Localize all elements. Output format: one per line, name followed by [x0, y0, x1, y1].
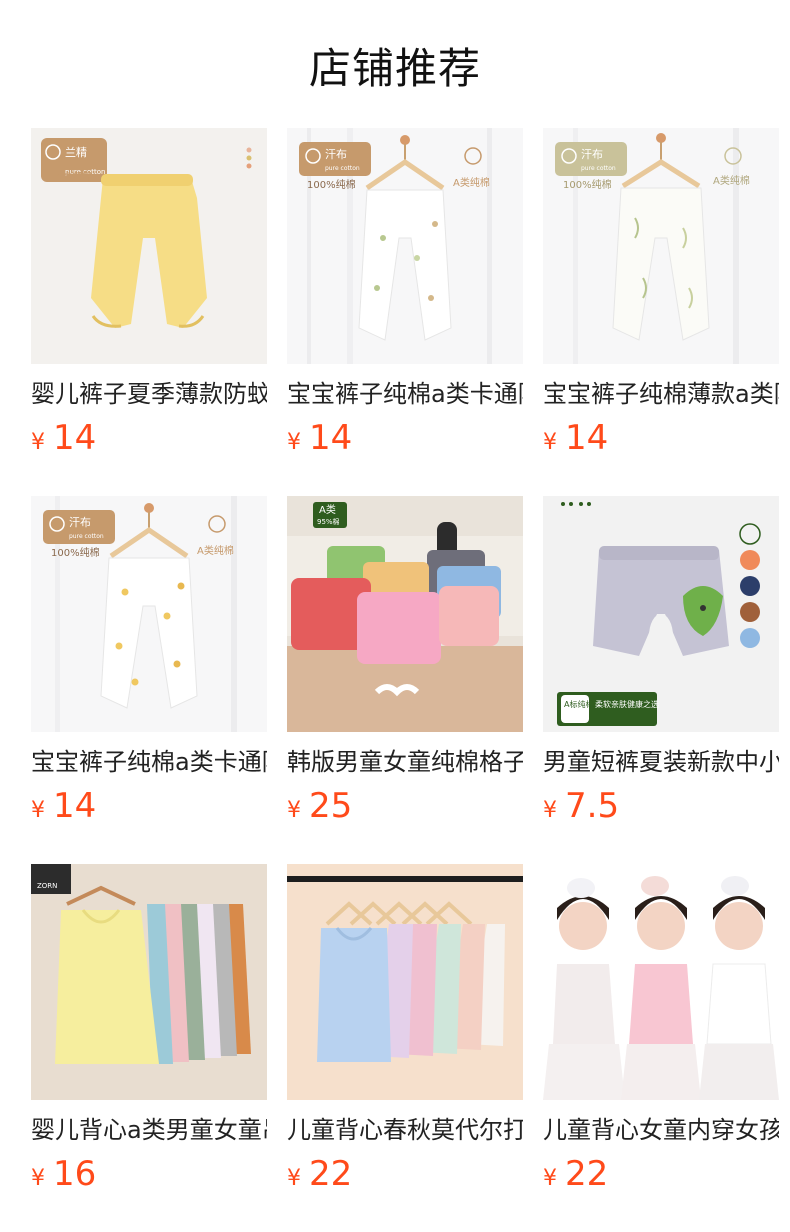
currency-symbol: ¥ [31, 1166, 45, 1191]
price-amount: 14 [309, 418, 353, 458]
product-image[interactable]: ZORN [31, 864, 267, 1100]
product-card[interactable]: 儿童背心女童内穿女孩吊带 ¥ 22 [543, 864, 779, 1194]
product-price: ¥ 14 [543, 418, 779, 458]
product-image[interactable]: 兰精 pure cotton A类精棉 [31, 128, 267, 364]
svg-text:100%纯棉: 100%纯棉 [307, 178, 356, 191]
product-image[interactable] [543, 864, 779, 1100]
svg-text:A类纯棉: A类纯棉 [713, 174, 750, 187]
product-name[interactable]: 宝宝裤子纯棉a类卡通防蚊 [31, 746, 267, 778]
product-name[interactable]: 婴儿背心a类男童女童吊带 [31, 1114, 267, 1146]
currency-symbol: ¥ [543, 430, 557, 455]
svg-text:A类: A类 [319, 503, 336, 516]
product-price: ¥ 14 [31, 418, 267, 458]
price-amount: 25 [309, 786, 353, 826]
currency-symbol: ¥ [31, 798, 45, 823]
product-name[interactable]: 婴儿裤子夏季薄款防蚊裤 [31, 378, 267, 410]
svg-text:A类纯棉: A类纯棉 [453, 176, 490, 189]
price-amount: 22 [565, 1154, 609, 1194]
product-card[interactable]: 汗布 pure cotton 100%纯棉 A类纯棉 宝宝裤子纯棉a类卡通防蚊 … [287, 128, 523, 458]
svg-text:汗布: 汗布 [325, 148, 347, 161]
currency-symbol: ¥ [31, 430, 45, 455]
svg-text:pure cotton: pure cotton [69, 533, 104, 540]
product-price: ¥ 14 [287, 418, 523, 458]
svg-text:柔软亲肤健康之选: 柔软亲肤健康之选 [595, 699, 659, 709]
product-price: ¥ 22 [287, 1154, 523, 1194]
product-card[interactable]: 汗布 pure cotton 100%纯棉 A类纯棉 宝宝裤子纯棉a类卡通防蚊 … [31, 496, 267, 826]
currency-symbol: ¥ [287, 430, 301, 455]
currency-symbol: ¥ [543, 798, 557, 823]
price-amount: 16 [53, 1154, 97, 1194]
svg-text:pure cotton: pure cotton [325, 165, 360, 172]
product-name[interactable]: 宝宝裤子纯棉薄款a类防蚊 [543, 378, 779, 410]
product-image[interactable]: 汗布 pure cotton 100%纯棉 A类纯棉 [543, 128, 779, 364]
product-card[interactable]: A标纯棉 柔软亲肤健康之选 男童短裤夏装新款中小童 ¥ 7.5 [543, 496, 779, 826]
product-image[interactable]: 汗布 pure cotton 100%纯棉 A类纯棉 [287, 128, 523, 364]
svg-text:A类纯棉: A类纯棉 [197, 544, 234, 557]
product-name[interactable]: 宝宝裤子纯棉a类卡通防蚊 [287, 378, 523, 410]
product-card[interactable]: 儿童背心春秋莫代尔打底 ¥ 22 [287, 864, 523, 1194]
product-image[interactable]: A类 95%棉 [287, 496, 523, 732]
product-name[interactable]: 儿童背心春秋莫代尔打底 [287, 1114, 523, 1146]
product-name[interactable]: 男童短裤夏装新款中小童 [543, 746, 779, 778]
price-amount: 14 [53, 418, 97, 458]
product-image[interactable]: 汗布 pure cotton 100%纯棉 A类纯棉 [31, 496, 267, 732]
product-card[interactable]: A类 95%棉 韩版男童女童纯棉格子短裤 ¥ 25 [287, 496, 523, 826]
svg-text:A类精棉: A类精棉 [55, 170, 92, 183]
product-price: ¥ 16 [31, 1154, 267, 1194]
product-card[interactable]: 兰精 pure cotton A类精棉 婴儿裤子夏季薄款防蚊裤 ¥ 14 [31, 128, 267, 458]
svg-text:95%棉: 95%棉 [317, 517, 340, 526]
product-name[interactable]: 韩版男童女童纯棉格子短裤 [287, 746, 523, 778]
price-amount: 7.5 [565, 786, 620, 826]
currency-symbol: ¥ [543, 1166, 557, 1191]
product-image[interactable]: A标纯棉 柔软亲肤健康之选 [543, 496, 779, 732]
page-title: 店铺推荐 [308, 43, 481, 93]
svg-text:100%纯棉: 100%纯棉 [563, 178, 612, 191]
svg-text:100%纯棉: 100%纯棉 [51, 546, 100, 559]
product-card[interactable]: 汗布 pure cotton 100%纯棉 A类纯棉 宝宝裤子纯棉薄款a类防蚊 … [543, 128, 779, 458]
badge-top-text: 兰精 [65, 146, 87, 159]
product-price: ¥ 25 [287, 786, 523, 826]
currency-symbol: ¥ [287, 1166, 301, 1191]
svg-text:汗布: 汗布 [69, 516, 91, 529]
svg-text:pure cotton: pure cotton [581, 165, 616, 172]
product-price: ¥ 22 [543, 1154, 779, 1194]
svg-text:汗布: 汗布 [581, 148, 603, 161]
product-price: ¥ 14 [31, 786, 267, 826]
product-name[interactable]: 儿童背心女童内穿女孩吊带 [543, 1114, 779, 1146]
product-price: ¥ 7.5 [543, 786, 779, 826]
price-amount: 22 [309, 1154, 353, 1194]
svg-text:A标纯棉: A标纯棉 [564, 699, 593, 709]
svg-text:ZORN: ZORN [37, 882, 57, 890]
page-header: 店铺推荐 [0, 0, 790, 128]
price-amount: 14 [565, 418, 609, 458]
price-amount: 14 [53, 786, 97, 826]
product-image[interactable] [287, 864, 523, 1100]
currency-symbol: ¥ [287, 798, 301, 823]
product-card[interactable]: ZORN 婴儿背心a类男童女童吊带 ¥ 16 [31, 864, 267, 1194]
